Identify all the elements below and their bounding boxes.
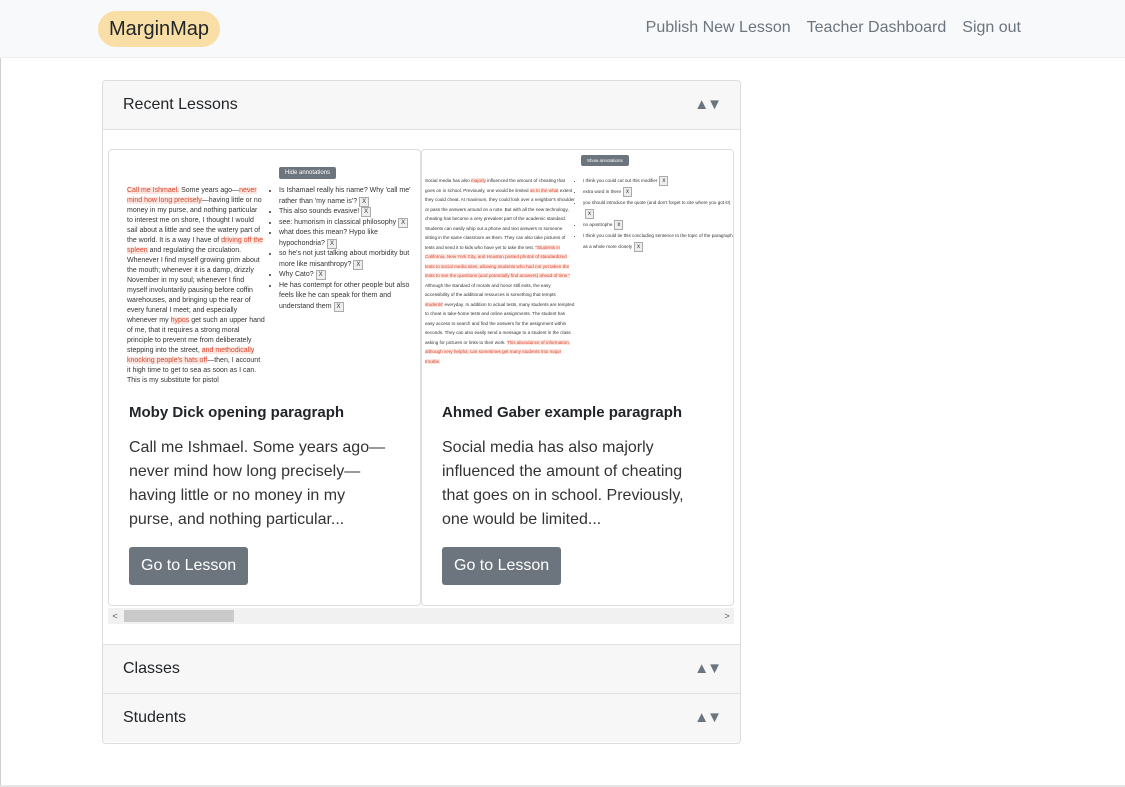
lesson-thumbnail: Call me Ishmael. Some years ago—never mi… [109, 150, 420, 386]
passage-text: everyday. In addition to actual tests, m… [425, 301, 575, 345]
passage-text: and regulating the circulation. Whenever… [127, 247, 260, 324]
remove-annotation-button: x [614, 220, 624, 230]
remove-annotation-button: x [585, 209, 594, 219]
scroll-right-arrow-icon[interactable]: > [720, 608, 734, 624]
scroll-left-arrow-icon[interactable]: < [108, 608, 122, 624]
lesson-excerpt: Call me Ishmael. Some years ago—never mi… [129, 439, 386, 528]
annotation-list: I think you could cut out this modifierx… [575, 175, 733, 252]
classes-title: Classes [123, 660, 180, 677]
window-edge [0, 0, 1, 787]
collapse-toggle-icon[interactable]: ▲▼ [694, 81, 722, 129]
dashboard-accordion: Recent Lessons ▲▼ Call me Ishmael. Some … [102, 80, 741, 744]
expand-toggle-icon[interactable]: ▲▼ [694, 694, 722, 742]
remove-annotation-button: X [353, 259, 364, 270]
brand-logo[interactable]: MarginMap [98, 11, 221, 47]
annotation-text: He has contempt for other people but als… [279, 281, 410, 310]
recent-lessons-title: Recent Lessons [123, 96, 238, 113]
annotation-text: I think you could tie this concluding se… [583, 233, 733, 249]
students-header[interactable]: Students ▲▼ [103, 694, 740, 742]
lesson-title: Moby Dick opening paragraph [129, 404, 345, 421]
recent-lessons-header[interactable]: Recent Lessons ▲▼ [103, 81, 740, 130]
annotation-item: so he's not just talking about morbidity… [279, 249, 415, 270]
thumbnail-text: Call me Ishmael. Some years ago—never mi… [127, 186, 265, 386]
publish-lesson-link[interactable]: Publish New Lesson [646, 19, 791, 37]
passage-text: Social media has also [425, 178, 471, 183]
lesson-excerpt: Social media has also majorly influenced… [442, 439, 684, 528]
remove-annotation-button: x [634, 242, 644, 252]
annotation-text: no apostrophe [583, 222, 613, 227]
annotation-item: This also sounds evasive!X [279, 207, 415, 218]
annotation-text: extra word in there [583, 189, 622, 194]
navbar: MarginMap Publish New Lesson Teacher Das… [0, 0, 1125, 58]
lesson-title: Ahmed Gaber example paragraph [442, 404, 683, 421]
highlighted-passage: hypos [170, 317, 190, 324]
remove-annotation-button: X [326, 238, 337, 249]
passage-text: Some years ago— [179, 187, 240, 194]
annotation-text: Is Ishamael really his name? Why 'call m… [279, 187, 411, 205]
remove-annotation-button: X [315, 270, 326, 280]
remove-annotation-button: x [623, 187, 633, 197]
hide-annotations-button: Hide annotations [279, 167, 337, 179]
highlighted-passage: majorly [470, 178, 486, 183]
recent-lessons-body: Call me Ishmael. Some years ago—never mi… [103, 130, 740, 645]
remove-annotation-button: X [333, 301, 344, 312]
annotation-item: no apostrophex [583, 219, 733, 230]
annotation-text: you should introduce the quote (and don'… [583, 200, 731, 205]
highlighted-passage: as to the what [529, 187, 559, 193]
annotation-text: This also sounds evasive! [279, 208, 360, 215]
classes-header[interactable]: Classes ▲▼ [103, 645, 740, 694]
remove-annotation-button: x [659, 176, 669, 186]
expand-toggle-icon[interactable]: ▲▼ [694, 645, 722, 693]
remove-annotation-button: X [398, 217, 409, 228]
passage-text: extent they could cheat. At maximum, the… [425, 187, 575, 250]
horizontal-scrollbar[interactable]: < > [108, 608, 734, 624]
annotation-item: see: humorism in classical philosophyX [279, 217, 415, 229]
annotation-text: Why Cato? [279, 271, 314, 278]
students-title: Students [123, 709, 187, 726]
show-annotations-button: Show annotations [581, 155, 629, 166]
annotation-item: I think you could cut out this modifierx [583, 175, 733, 186]
sign-out-link[interactable]: Sign out [962, 19, 1021, 37]
go-to-lesson-button[interactable]: Go to Lesson [442, 547, 562, 585]
lesson-card: Call me Ishmael. Some years ago—never mi… [108, 149, 421, 606]
annotation-item: Why Cato?X [279, 270, 415, 281]
remove-annotation-button: X [359, 196, 370, 207]
passage-text: Although the standard of morals and hono… [425, 282, 556, 298]
lesson-card: Social media has also majorly influenced… [421, 149, 734, 606]
annotation-item: what does this mean? Hypo like hypochond… [279, 228, 415, 249]
nav-links: Publish New Lesson Teacher Dashboard Sig… [646, 19, 1021, 37]
go-to-lesson-button[interactable]: Go to Lesson [129, 547, 249, 585]
lesson-thumbnail: Social media has also majorly influenced… [422, 150, 733, 386]
annotation-text: I think you could cut out this modifier [583, 178, 658, 183]
annotation-item: I think you could tie this concluding se… [583, 230, 733, 252]
remove-annotation-button: X [361, 207, 372, 217]
annotation-item: you should introduce the quote (and don'… [583, 197, 733, 219]
annotation-text: see: humorism in classical philosophy [279, 218, 397, 226]
highlighted-passage: students' [425, 301, 444, 307]
annotation-item: Is Ishamael really his name? Why 'call m… [279, 186, 415, 207]
teacher-dashboard-link[interactable]: Teacher Dashboard [807, 19, 947, 37]
annotation-item: extra word in therex [583, 186, 733, 197]
annotation-text: so he's not just talking about morbidity… [279, 250, 410, 268]
annotation-list: Is Ishamael really his name? Why 'call m… [271, 186, 415, 312]
thumbnail-text: Social media has also majorly influenced… [425, 176, 575, 366]
highlighted-passage: Call me Ishmael. [127, 187, 180, 194]
scrollbar-thumb[interactable] [124, 610, 234, 622]
annotation-item: He has contempt for other people but als… [279, 281, 415, 313]
